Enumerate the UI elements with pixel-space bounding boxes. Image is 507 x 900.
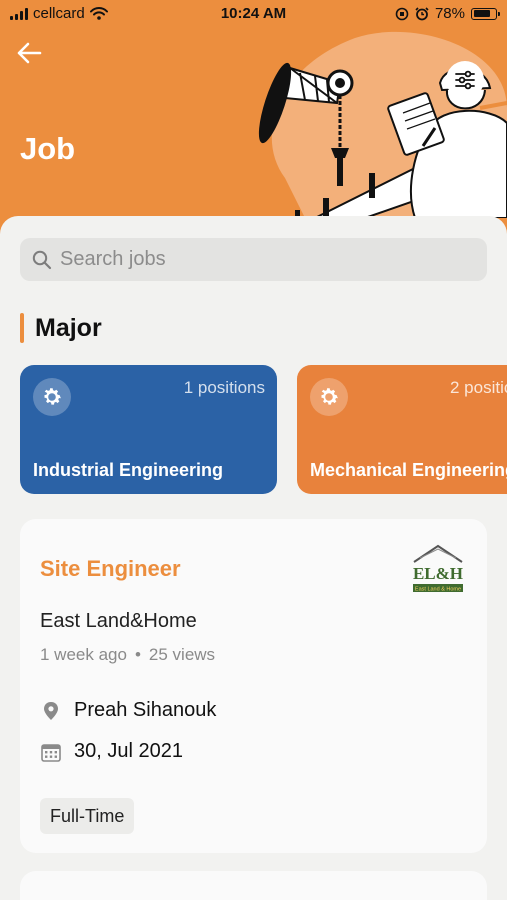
major-section-header: Major [20,313,102,343]
battery-percentage: 78% [434,5,465,22]
job-type-tag: Full-Time [40,798,135,834]
job-title: Site Engineer [40,556,181,581]
major-name: Industrial Engineering [33,460,224,480]
job-card[interactable]: Site Engineer EL&H East Land & Home East… [20,519,487,853]
calendar-icon [41,743,61,762]
job-card-next[interactable] [20,871,487,900]
major-position-count: 2 positions [450,378,507,397]
back-button[interactable] [14,40,46,66]
company-logo: EL&H East Land & Home [413,544,463,593]
status-right: 78% [395,5,500,22]
gear-icon [310,378,348,416]
status-bar: cellcard 10:24 AM 78% [0,0,507,28]
job-meta: 1 week ago • 25 views [40,645,215,665]
date-row: 30, Jul 2021 [40,740,183,763]
major-name: Mechanical Engineering [310,460,507,480]
major-card-industrial-engineering[interactable]: 1 positions Industrial Engineering [20,365,277,494]
logo-text: EL&H [413,564,463,583]
meta-separator: • [134,645,141,664]
arrow-left-icon [17,42,42,64]
section-accent-bar [20,313,24,343]
page-title: Job [20,131,76,166]
battery-fill [473,10,490,17]
job-location: Preah Sihanouk [74,699,217,721]
search-icon [32,250,52,269]
orientation-lock-icon [395,7,409,20]
view-count: 25 views [148,645,216,664]
search-input[interactable] [60,248,460,271]
location-row: Preah Sihanouk [40,699,216,722]
job-date: 30, Jul 2021 [74,740,183,762]
filter-button[interactable] [446,61,484,99]
location-pin-icon [44,701,58,720]
header: Job [0,28,507,228]
section-title: Major [35,313,102,342]
logo-subtext: East Land & Home [415,587,461,593]
battery-icon [471,7,500,20]
company-name: East Land&Home [40,610,197,632]
sliders-icon [455,70,475,90]
content-sheet: Major 1 positions Industrial Engineering… [0,216,507,900]
alarm-icon [415,6,429,20]
engineer-illustration [258,31,507,218]
search-bar[interactable] [20,238,487,281]
major-position-count: 1 positions [183,378,265,397]
posted-time: 1 week ago [40,645,127,664]
major-card-mechanical-engineering[interactable]: 2 positions Mechanical Engineering [297,365,507,494]
gear-icon [33,378,71,416]
